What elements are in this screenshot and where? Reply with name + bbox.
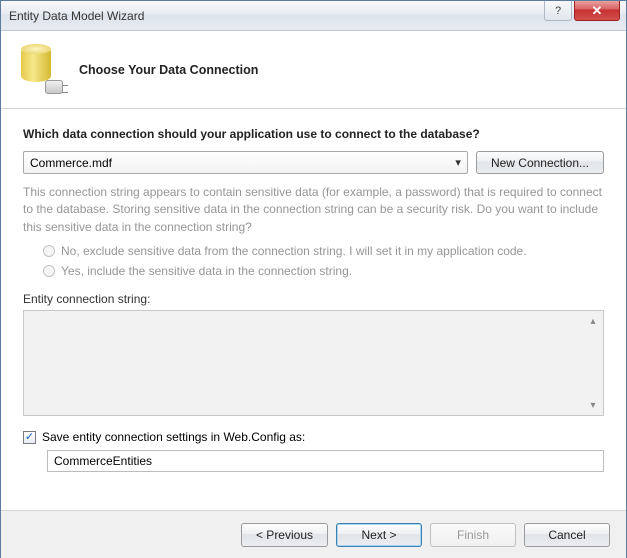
wizard-content: Which data connection should your applic… (1, 109, 626, 482)
radio-exclude-option: No, exclude sensitive data from the conn… (43, 244, 604, 258)
settings-name-input[interactable] (47, 450, 604, 472)
conn-string-label: Entity connection string: (23, 292, 604, 306)
check-icon: ✓ (25, 432, 34, 443)
wizard-footer: < Previous Next > Finish Cancel (1, 510, 626, 558)
radio-exclude-label: No, exclude sensitive data from the conn… (61, 244, 527, 258)
radio-include-option: Yes, include the sensitive data in the c… (43, 264, 604, 278)
database-icon (19, 46, 61, 94)
scroll-down-icon: ▾ (585, 397, 601, 413)
connection-row: Commerce.mdf New Connection... (23, 151, 604, 174)
new-connection-button[interactable]: New Connection... (476, 151, 604, 174)
scroll-up-icon: ▴ (585, 313, 601, 329)
help-button[interactable]: ? (544, 1, 572, 21)
connection-dropdown[interactable]: Commerce.mdf (23, 151, 468, 174)
wizard-header: Choose Your Data Connection (1, 31, 626, 109)
page-title: Choose Your Data Connection (79, 63, 258, 77)
next-button[interactable]: Next > (336, 523, 422, 547)
cancel-button[interactable]: Cancel (524, 523, 610, 547)
radio-include-label: Yes, include the sensitive data in the c… (61, 264, 352, 278)
connection-dropdown-value: Commerce.mdf (30, 156, 112, 170)
window-title: Entity Data Model Wizard (9, 9, 544, 23)
scrollbar: ▴ ▾ (585, 313, 601, 413)
radio-include (43, 265, 55, 277)
close-button[interactable]: ✕ (574, 1, 620, 21)
save-settings-checkbox[interactable]: ✓ (23, 431, 36, 444)
conn-string-textarea: ▴ ▾ (23, 310, 604, 416)
sensitive-warning: This connection string appears to contai… (23, 184, 604, 236)
finish-button: Finish (430, 523, 516, 547)
radio-exclude (43, 245, 55, 257)
window-controls: ? ✕ (544, 1, 626, 30)
title-bar: Entity Data Model Wizard ? ✕ (1, 1, 626, 31)
previous-button[interactable]: < Previous (241, 523, 328, 547)
sensitive-radio-group: No, exclude sensitive data from the conn… (23, 244, 604, 278)
save-settings-row: ✓ Save entity connection settings in Web… (23, 430, 604, 444)
save-settings-label: Save entity connection settings in Web.C… (42, 430, 305, 444)
close-icon: ✕ (592, 3, 603, 19)
connection-question: Which data connection should your applic… (23, 127, 604, 141)
